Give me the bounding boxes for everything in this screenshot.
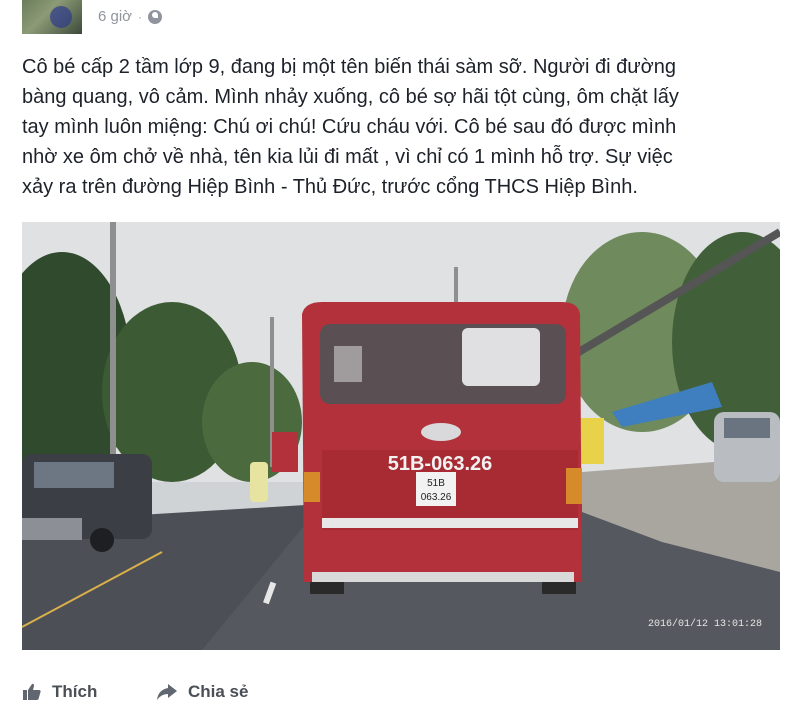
- suv-bumper: [22, 518, 82, 540]
- plate-small-top: 51B: [427, 478, 445, 489]
- utility-pole: [110, 222, 116, 472]
- like-button[interactable]: Thích: [22, 682, 97, 702]
- hyundai-logo-icon: [421, 423, 461, 441]
- like-label: Thích: [52, 682, 98, 701]
- post-text: Cô bé cấp 2 tầm lớp 9, đang bị một tên b…: [22, 52, 782, 202]
- photo-timestamp: 2016/01/12 13:01:28: [648, 618, 762, 630]
- thumbs-up-icon: [23, 683, 41, 700]
- avatar[interactable]: [22, 0, 82, 34]
- bus-bumper: [312, 572, 574, 582]
- wheel: [90, 528, 114, 552]
- motorbike-rider: [250, 462, 268, 502]
- share-button[interactable]: Chia sẻ: [156, 682, 248, 702]
- plate-main: 51B-063.26: [388, 453, 493, 475]
- post-text-line: xảy ra trên đường Hiệp Bình - Thủ Đức, t…: [22, 176, 638, 198]
- car-window: [724, 418, 770, 438]
- tail-light: [304, 472, 320, 502]
- distant-bus: [272, 432, 298, 472]
- window-reflection: [334, 346, 362, 382]
- post-text-line: bàng quang, vô cảm. Mình nhảy xuống, cô …: [22, 86, 679, 108]
- post-photo[interactable]: 51B-063.26 51B 063.26 2016/01/12 13:01:2…: [22, 222, 780, 650]
- post-meta: 6 giờ ·: [98, 8, 163, 25]
- photo-scene: 51B-063.26 51B 063.26 2016/01/12 13:01:2…: [22, 222, 780, 650]
- window-shade: [462, 328, 540, 386]
- post-text-line: nhờ xe ôm chở về nhà, tên kia lủi đi mất…: [22, 146, 673, 168]
- bus-stripe: [322, 518, 578, 528]
- bus-wheel: [310, 582, 344, 594]
- share-arrow-icon: [157, 684, 177, 700]
- post-header: 6 giờ ·: [0, 0, 800, 40]
- tail-light: [566, 468, 582, 504]
- share-label: Chia sẻ: [188, 682, 249, 701]
- globe-icon[interactable]: [148, 9, 163, 24]
- post-text-line: Cô bé cấp 2 tầm lớp 9, đang bị một tên b…: [22, 56, 677, 78]
- plate-small-bottom: 063.26: [421, 492, 452, 503]
- bus: [302, 302, 582, 594]
- meta-separator: ·: [138, 9, 143, 24]
- post-actions: Thích Chia sẻ: [0, 670, 800, 717]
- suv-window: [34, 462, 114, 488]
- bus-wheel: [542, 582, 576, 594]
- post-time[interactable]: 6 giờ: [98, 8, 132, 25]
- post-text-line: tay mình luôn miệng: Chú ơi chú! Cứu chá…: [22, 116, 677, 138]
